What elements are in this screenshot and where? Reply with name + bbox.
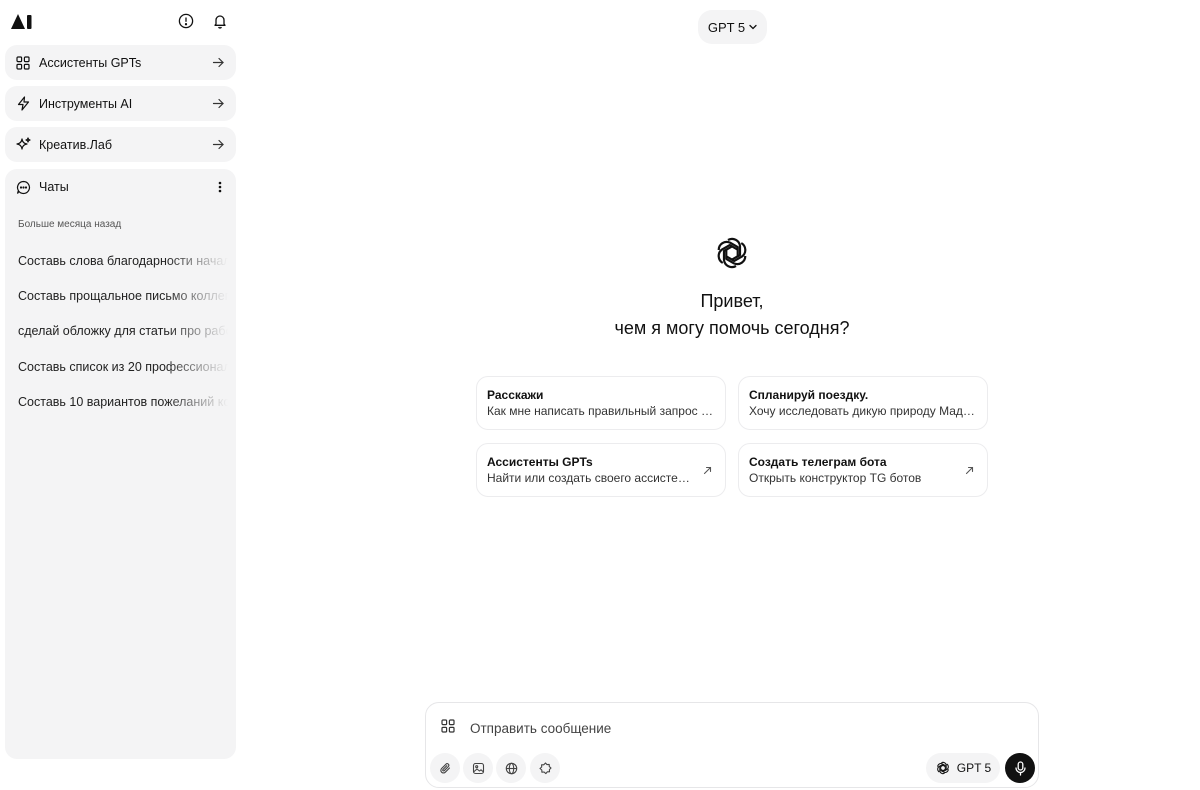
suggestion-card-assistants[interactable]: Ассистенты GPTs Найти или создать своего…	[476, 443, 726, 497]
suggestion-card-trip[interactable]: Спланируй поездку. Хочу исследовать дику…	[738, 376, 988, 430]
paperclip-icon	[439, 762, 452, 775]
chat-item[interactable]: Составь слова благодарности начальнику	[18, 243, 228, 278]
sidebar-item-label: Креатив.Лаб	[39, 137, 112, 152]
prompts-button[interactable]	[530, 753, 560, 783]
image-button[interactable]	[463, 753, 493, 783]
voice-input-button[interactable]	[1005, 753, 1035, 783]
card-title: Создать телеграм бота	[749, 455, 887, 469]
suggestion-card-tell[interactable]: Расскажи Как мне написать правильный зап…	[476, 376, 726, 430]
web-search-button[interactable]	[496, 753, 526, 783]
model-selector-label: GPT 5	[707, 19, 746, 35]
arrow-right-icon	[210, 137, 226, 153]
card-title: Спланируй поездку.	[749, 388, 869, 402]
globe-icon	[505, 762, 518, 775]
card-subtitle: Как мне написать правильный запрос в чат	[487, 404, 715, 418]
sidebar-item-ai-tools[interactable]: Инструменты AI	[5, 86, 236, 121]
app-logo[interactable]	[10, 12, 36, 30]
lightning-icon	[15, 96, 31, 112]
sidebar-item-label: Инструменты AI	[39, 96, 133, 111]
sidebar-top-bar	[10, 8, 232, 34]
badge-star-icon	[538, 761, 552, 775]
message-composer: GPT 5	[425, 702, 1039, 788]
sidebar: Ассистенты GPTs Инструменты AI Креатив.Л…	[0, 0, 242, 790]
bell-icon[interactable]	[210, 11, 230, 31]
composer-model-button[interactable]: GPT 5	[926, 753, 1000, 783]
card-title: Ассистенты GPTs	[487, 455, 593, 469]
attach-button[interactable]	[430, 753, 460, 783]
chats-panel: Чаты Больше месяца назад Составь слова б…	[5, 169, 236, 759]
greeting-line-2: чем я могу помочь сегодня?	[614, 318, 850, 338]
card-subtitle: Найти или создать своего ассистента	[487, 471, 697, 485]
chat-item[interactable]: Составь 10 вариантов пожеланий коллегам	[18, 384, 228, 419]
arrow-right-icon	[210, 55, 226, 71]
card-title: Расскажи	[487, 388, 544, 402]
card-subtitle: Открыть конструктор TG ботов	[749, 471, 922, 485]
suggestion-card-telegram-bot[interactable]: Создать телеграм бота Открыть конструкто…	[738, 443, 988, 497]
openai-logo-icon	[935, 760, 951, 776]
chat-list: Составь слова благодарности начальнику С…	[18, 243, 228, 419]
apps-grid-icon[interactable]	[440, 718, 456, 734]
chevron-down-icon	[749, 24, 757, 30]
chats-header: Чаты	[15, 178, 226, 196]
chats-title: Чаты	[39, 180, 69, 194]
greeting-line-1: Привет,	[700, 291, 764, 311]
chat-item[interactable]: сделай обложку для статьи про работу	[18, 314, 228, 349]
info-icon[interactable]	[176, 11, 196, 31]
openai-logo-icon	[712, 233, 752, 273]
message-input[interactable]	[470, 717, 1010, 739]
chat-item[interactable]: Составь прощальное письмо коллегам	[18, 278, 228, 313]
sparkle-icon	[15, 137, 31, 153]
arrow-up-right-icon	[701, 464, 713, 476]
chat-group-label: Больше месяца назад	[18, 219, 122, 230]
sidebar-item-assistants[interactable]: Ассистенты GPTs	[5, 45, 236, 80]
image-icon	[472, 762, 485, 775]
greeting: Привет, чем я могу помочь сегодня?	[532, 288, 932, 342]
microphone-icon	[1014, 760, 1027, 776]
model-selector[interactable]: GPT 5	[698, 10, 767, 44]
chat-bubble-icon	[15, 179, 31, 195]
card-subtitle: Хочу исследовать дикую природу Мадагаска…	[749, 404, 977, 418]
grid-icon	[15, 55, 31, 71]
more-vertical-icon[interactable]	[214, 179, 226, 195]
chat-item[interactable]: Составь список из 20 профессиональных	[18, 349, 228, 384]
sidebar-item-label: Ассистенты GPTs	[39, 55, 142, 70]
arrow-up-right-icon	[963, 464, 975, 476]
arrow-right-icon	[210, 96, 226, 112]
composer-model-label: GPT 5	[956, 761, 992, 775]
sidebar-item-creative-lab[interactable]: Креатив.Лаб	[5, 127, 236, 162]
